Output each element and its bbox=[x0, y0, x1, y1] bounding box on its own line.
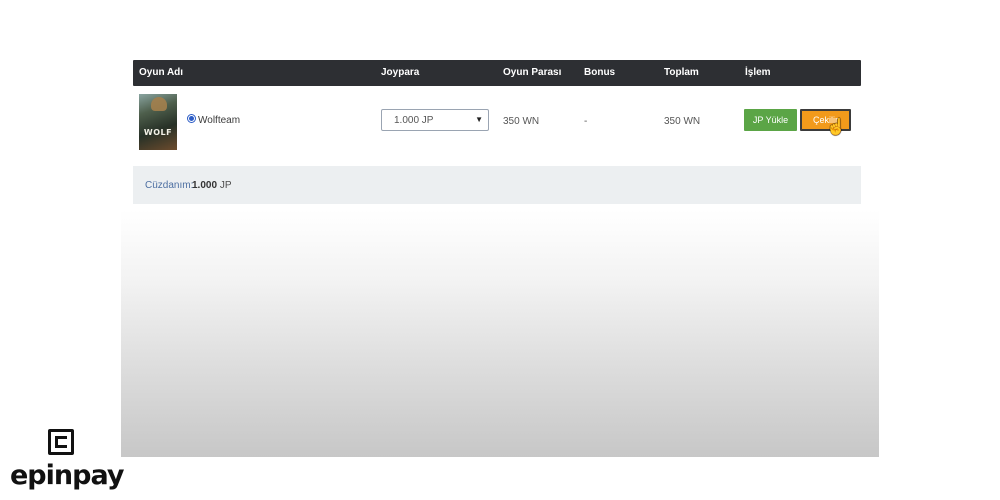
game-name: Wolfteam bbox=[198, 115, 241, 126]
wallet-amount: 1.000 bbox=[192, 180, 218, 191]
game-radio[interactable] bbox=[187, 114, 196, 123]
epinpay-brand: epinpay bbox=[10, 428, 124, 493]
chevron-down-icon: ▼ bbox=[475, 115, 483, 124]
oyun-parasi-value: 350 WN bbox=[503, 116, 540, 127]
epinpay-logo-icon bbox=[48, 429, 74, 455]
logo-inner-mark bbox=[55, 436, 67, 448]
hand-pointer-icon: ☝ bbox=[826, 119, 846, 136]
wallet-bar: Cüzdanım: 1.000 JP bbox=[133, 166, 861, 204]
jp-yukle-button[interactable]: JP Yükle bbox=[744, 109, 797, 131]
header-joypara: Joypara bbox=[381, 67, 420, 78]
header-oyun-parasi: Oyun Parası bbox=[503, 67, 562, 78]
wallet-unit: JP bbox=[219, 180, 232, 191]
header-toplam: Toplam bbox=[664, 67, 699, 78]
header-islem: İşlem bbox=[745, 67, 771, 78]
background-fade-panel bbox=[121, 210, 879, 457]
wallet-label: Cüzdanım: bbox=[145, 180, 194, 191]
header-bonus: Bonus bbox=[584, 67, 616, 78]
brand-name: epinpay bbox=[10, 460, 124, 491]
toplam-value: 350 WN bbox=[664, 116, 701, 127]
header-oyun-adi: Oyun Adı bbox=[139, 67, 184, 78]
game-thumbnail: WOLF bbox=[139, 94, 177, 150]
bonus-value: - bbox=[584, 116, 588, 127]
thumbnail-logo-text: WOLF bbox=[143, 128, 173, 137]
wallet-value: 1.000 JP bbox=[192, 180, 231, 191]
joypara-selected-value: 1.000 JP bbox=[394, 115, 434, 126]
thumbnail-character bbox=[151, 97, 167, 111]
joypara-select[interactable]: 1.000 JP ▼ bbox=[381, 109, 489, 131]
